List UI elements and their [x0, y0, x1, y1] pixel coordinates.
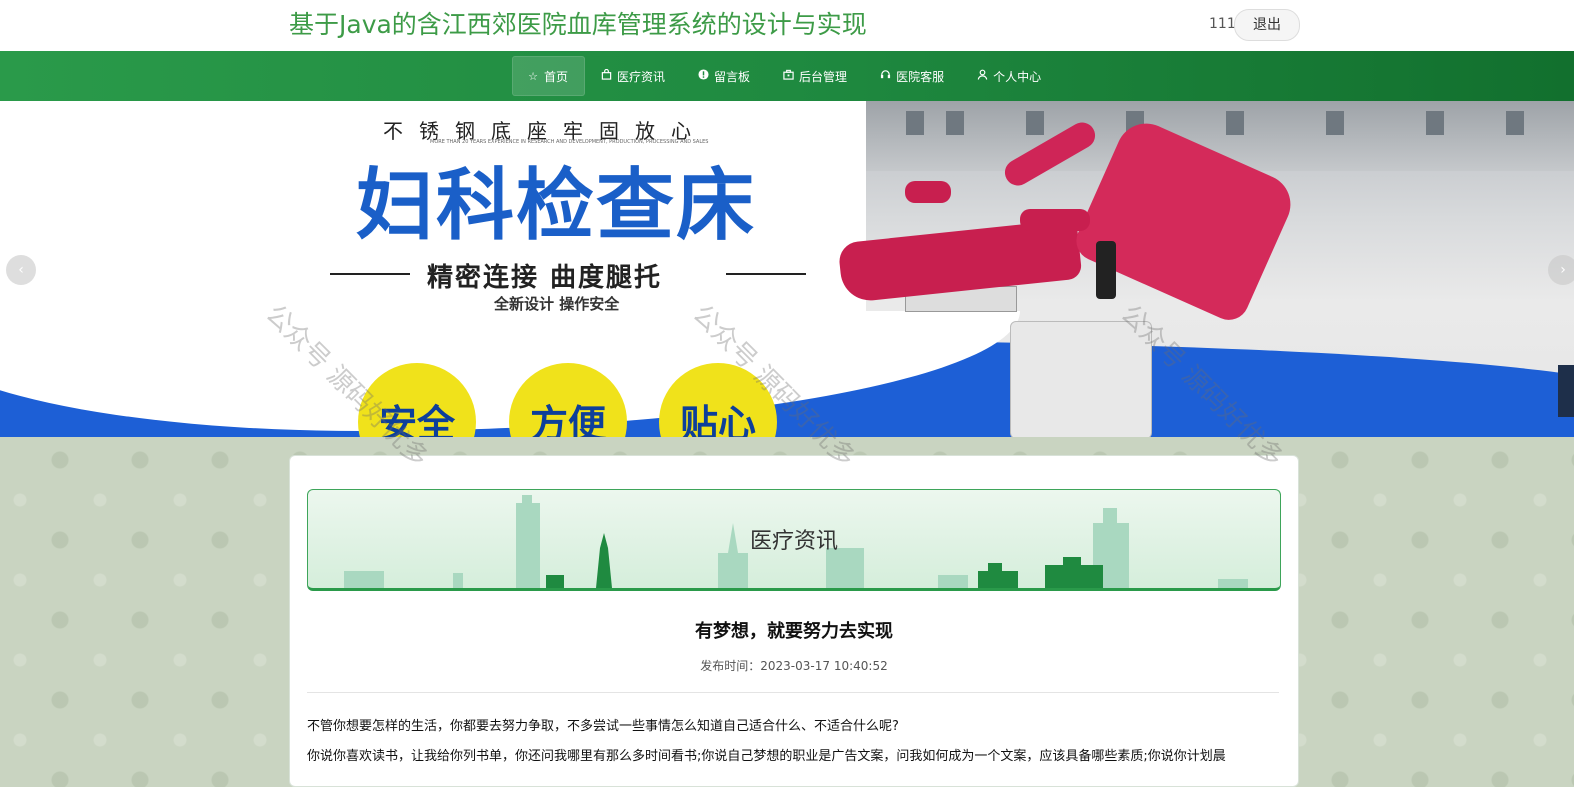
bag-icon [599, 68, 613, 83]
main-nav: ☆ 首页 医疗资讯 留言板 后台管理 医院客服 个人中心 [0, 51, 1574, 101]
publish-time: 发布时间：2023-03-17 10:40:52 [700, 659, 888, 673]
nav-item-customer-service[interactable]: 医院客服 [864, 56, 961, 96]
star-icon: ☆ [528, 69, 538, 83]
top-header: 基于Java的含江西郊医院血库管理系统的设计与实现 111 退出 [0, 0, 1574, 51]
news-card: 医疗资讯 有梦想，就要努力去实现 发布时间：2023-03-17 10:40:5… [289, 455, 1299, 787]
info-icon [696, 69, 710, 83]
site-title: 基于Java的含江西郊医院血库管理系统的设计与实现 [289, 10, 867, 39]
nav-item-medical-news[interactable]: 医疗资讯 [585, 56, 682, 96]
banner-title: 妇科检查床 [356, 161, 757, 251]
nav-item-label: 个人中心 [993, 69, 1042, 84]
briefcase-icon [781, 69, 795, 83]
nav-item-label: 首页 [544, 69, 569, 84]
section-title: 医疗资讯 [749, 529, 838, 554]
user-name: 111 [1209, 16, 1236, 32]
article-paragraph: 不管你想要怎样的生活，你都要去努力争取，不多尝试一些事情怎么知道自己适合什么、不… [307, 719, 899, 734]
chair-leg-rest-left [905, 181, 951, 203]
nav-item-label: 医院客服 [896, 69, 945, 84]
divider [307, 692, 1279, 693]
nav-item-home[interactable]: ☆ 首页 [512, 56, 586, 96]
nav-item-message-board[interactable]: 留言板 [682, 56, 767, 96]
banner-divider-left [330, 273, 410, 275]
banner-divider-right [726, 273, 806, 275]
chair-remote [1096, 241, 1116, 299]
article-title: 有梦想，就要努力去实现 [695, 621, 893, 642]
user-icon [975, 69, 989, 83]
side-floating-tab[interactable] [1558, 365, 1574, 417]
nav-item-personal-center[interactable]: 个人中心 [961, 56, 1058, 96]
carousel-prev-button[interactable]: ‹ [6, 255, 36, 285]
banner-carousel[interactable]: 不锈钢底座牢固放心 MORE THAN 20 YEARS EXPERIENCE … [0, 101, 1574, 437]
nav-item-label: 留言板 [714, 69, 751, 84]
section-header: 医疗资讯 [307, 489, 1281, 591]
nav-item-admin[interactable]: 后台管理 [767, 56, 864, 96]
nav-item-label: 后台管理 [799, 69, 848, 84]
article-paragraph: 你说你喜欢读书，让我给你列书单，你还问我哪里有那么多时间看书;你说自己梦想的职业… [307, 749, 1226, 764]
chair-leg-rest-right [1020, 209, 1090, 231]
banner-subtitle: 精密连接 曲度腿托 [427, 263, 663, 293]
carousel-next-button[interactable]: › [1548, 255, 1574, 285]
nav-item-label: 医疗资讯 [617, 69, 666, 84]
chair-base [1010, 321, 1152, 437]
headset-icon [878, 69, 892, 83]
logout-button[interactable]: 退出 [1234, 9, 1300, 41]
